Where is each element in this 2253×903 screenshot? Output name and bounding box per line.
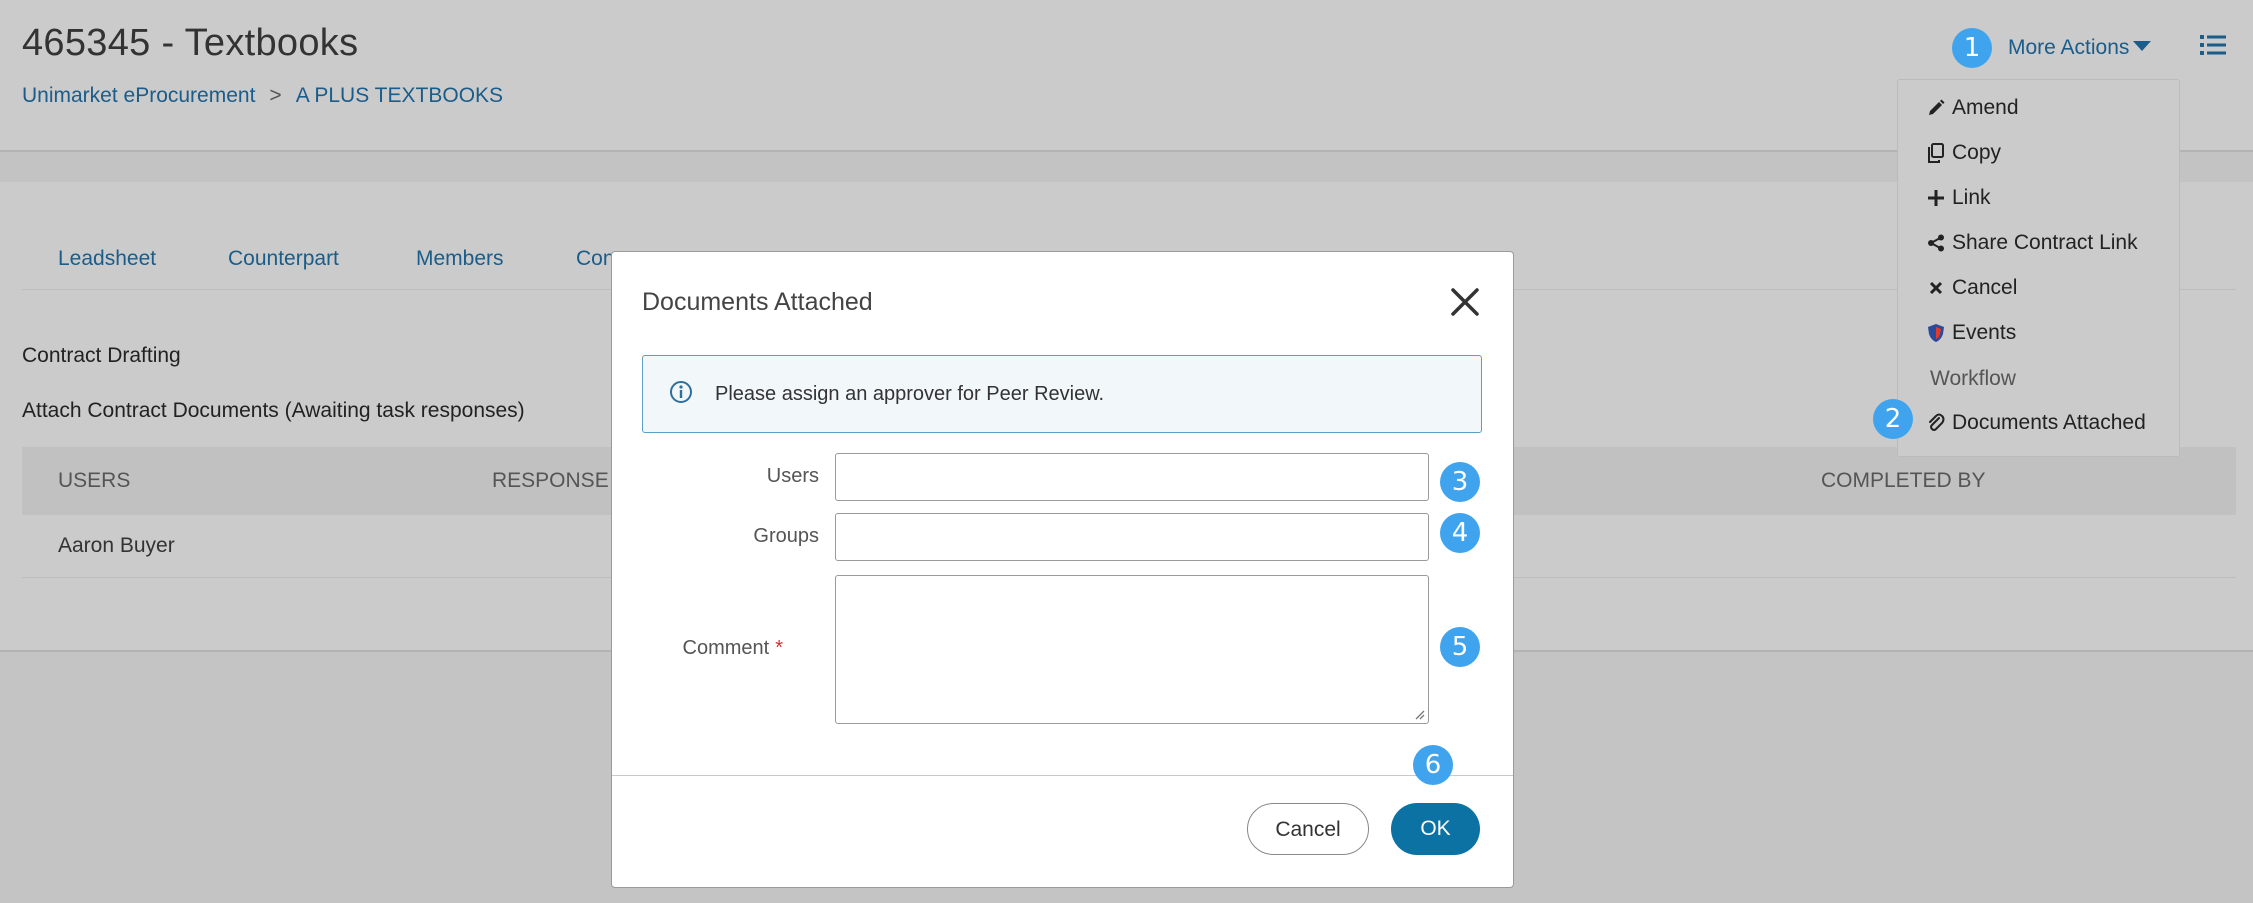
breadcrumb-separator: > bbox=[269, 84, 282, 107]
page-title: 465345 - Textbooks bbox=[22, 22, 359, 64]
menu-item-events[interactable]: Events bbox=[1926, 318, 2016, 348]
documents-attached-dialog: Documents Attached Please assign an appr… bbox=[611, 251, 1514, 888]
menu-item-copy[interactable]: Copy bbox=[1926, 138, 2001, 168]
pencil-icon bbox=[1926, 98, 1946, 118]
menu-item-label: Events bbox=[1952, 321, 2017, 344]
users-input[interactable] bbox=[835, 453, 1429, 501]
paperclip-icon bbox=[1926, 413, 1946, 433]
plus-icon bbox=[1926, 188, 1946, 208]
annotation-badge-1: 1 bbox=[1952, 28, 1992, 68]
comment-textarea[interactable] bbox=[835, 575, 1429, 724]
list-view-icon[interactable] bbox=[2200, 34, 2226, 56]
dialog-title: Documents Attached bbox=[642, 288, 873, 316]
menu-item-label: Amend bbox=[1952, 96, 2019, 119]
section-title: Contract Drafting bbox=[22, 344, 181, 367]
menu-item-share-contract-link[interactable]: Share Contract Link bbox=[1926, 228, 2138, 258]
comment-label: Comment * bbox=[642, 637, 784, 660]
column-header-response: RESPONSE bbox=[492, 469, 609, 492]
ok-button[interactable]: OK bbox=[1391, 803, 1480, 855]
menu-item-amend[interactable]: Amend bbox=[1926, 93, 2019, 123]
resize-handle-icon[interactable] bbox=[1413, 708, 1425, 720]
annotation-badge-6: 6 bbox=[1413, 745, 1453, 785]
share-icon bbox=[1926, 233, 1946, 253]
column-header-completed-by: COMPLETED BY bbox=[1821, 469, 1986, 492]
column-header-users: USERS bbox=[58, 469, 131, 492]
caret-down-icon bbox=[2133, 41, 2152, 51]
cell-user: Aaron Buyer bbox=[58, 534, 175, 557]
breadcrumb-link-supplier[interactable]: A PLUS TEXTBOOKS bbox=[296, 84, 503, 107]
menu-item-label: Documents Attached bbox=[1952, 411, 2146, 434]
menu-item-workflow[interactable]: Workflow bbox=[1930, 364, 2016, 394]
more-actions-menu: Amend Copy Link Share Contract Link Canc… bbox=[1897, 79, 2180, 457]
dialog-footer-divider bbox=[612, 775, 1513, 776]
alert-message: Please assign an approver for Peer Revie… bbox=[715, 383, 1105, 405]
shield-icon bbox=[1926, 323, 1946, 343]
breadcrumb-link-home[interactable]: Unimarket eProcurement bbox=[22, 84, 255, 107]
annotation-badge-3: 3 bbox=[1440, 462, 1480, 502]
groups-input[interactable] bbox=[835, 513, 1429, 561]
menu-item-label: Cancel bbox=[1952, 276, 2018, 299]
menu-item-label: Workflow bbox=[1930, 367, 2016, 390]
cancel-button[interactable]: Cancel bbox=[1247, 803, 1369, 855]
annotation-badge-2: 2 bbox=[1873, 399, 1913, 439]
more-actions-label: More Actions bbox=[2008, 36, 2130, 59]
groups-label: Groups bbox=[753, 525, 819, 547]
required-marker: * bbox=[775, 637, 783, 659]
more-actions-button[interactable]: More Actions bbox=[2008, 36, 2152, 60]
task-title: Attach Contract Documents (Awaiting task… bbox=[22, 399, 525, 422]
users-label: Users bbox=[766, 465, 819, 487]
menu-item-documents-attached[interactable]: Documents Attached bbox=[1926, 408, 2146, 438]
menu-item-label: Share Contract Link bbox=[1952, 231, 2138, 254]
tab-members[interactable]: Members bbox=[416, 247, 504, 271]
tab-contract[interactable]: Con bbox=[576, 247, 615, 271]
menu-item-cancel[interactable]: Cancel bbox=[1926, 273, 2017, 303]
copy-icon bbox=[1926, 143, 1946, 163]
tab-counterpart[interactable]: Counterpart bbox=[228, 247, 339, 271]
close-icon[interactable] bbox=[1448, 285, 1482, 319]
comment-label-text: Comment bbox=[682, 637, 770, 659]
menu-item-label: Copy bbox=[1952, 141, 2002, 164]
tab-leadsheet[interactable]: Leadsheet bbox=[58, 247, 156, 271]
info-alert: Please assign an approver for Peer Revie… bbox=[642, 355, 1482, 433]
x-icon bbox=[1926, 278, 1946, 298]
annotation-badge-5: 5 bbox=[1440, 627, 1480, 667]
annotation-badge-4: 4 bbox=[1440, 513, 1480, 553]
menu-item-label: Link bbox=[1952, 186, 1991, 209]
info-icon bbox=[670, 381, 692, 403]
menu-item-link[interactable]: Link bbox=[1926, 183, 1991, 213]
breadcrumb: Unimarket eProcurement > A PLUS TEXTBOOKS bbox=[22, 84, 503, 108]
